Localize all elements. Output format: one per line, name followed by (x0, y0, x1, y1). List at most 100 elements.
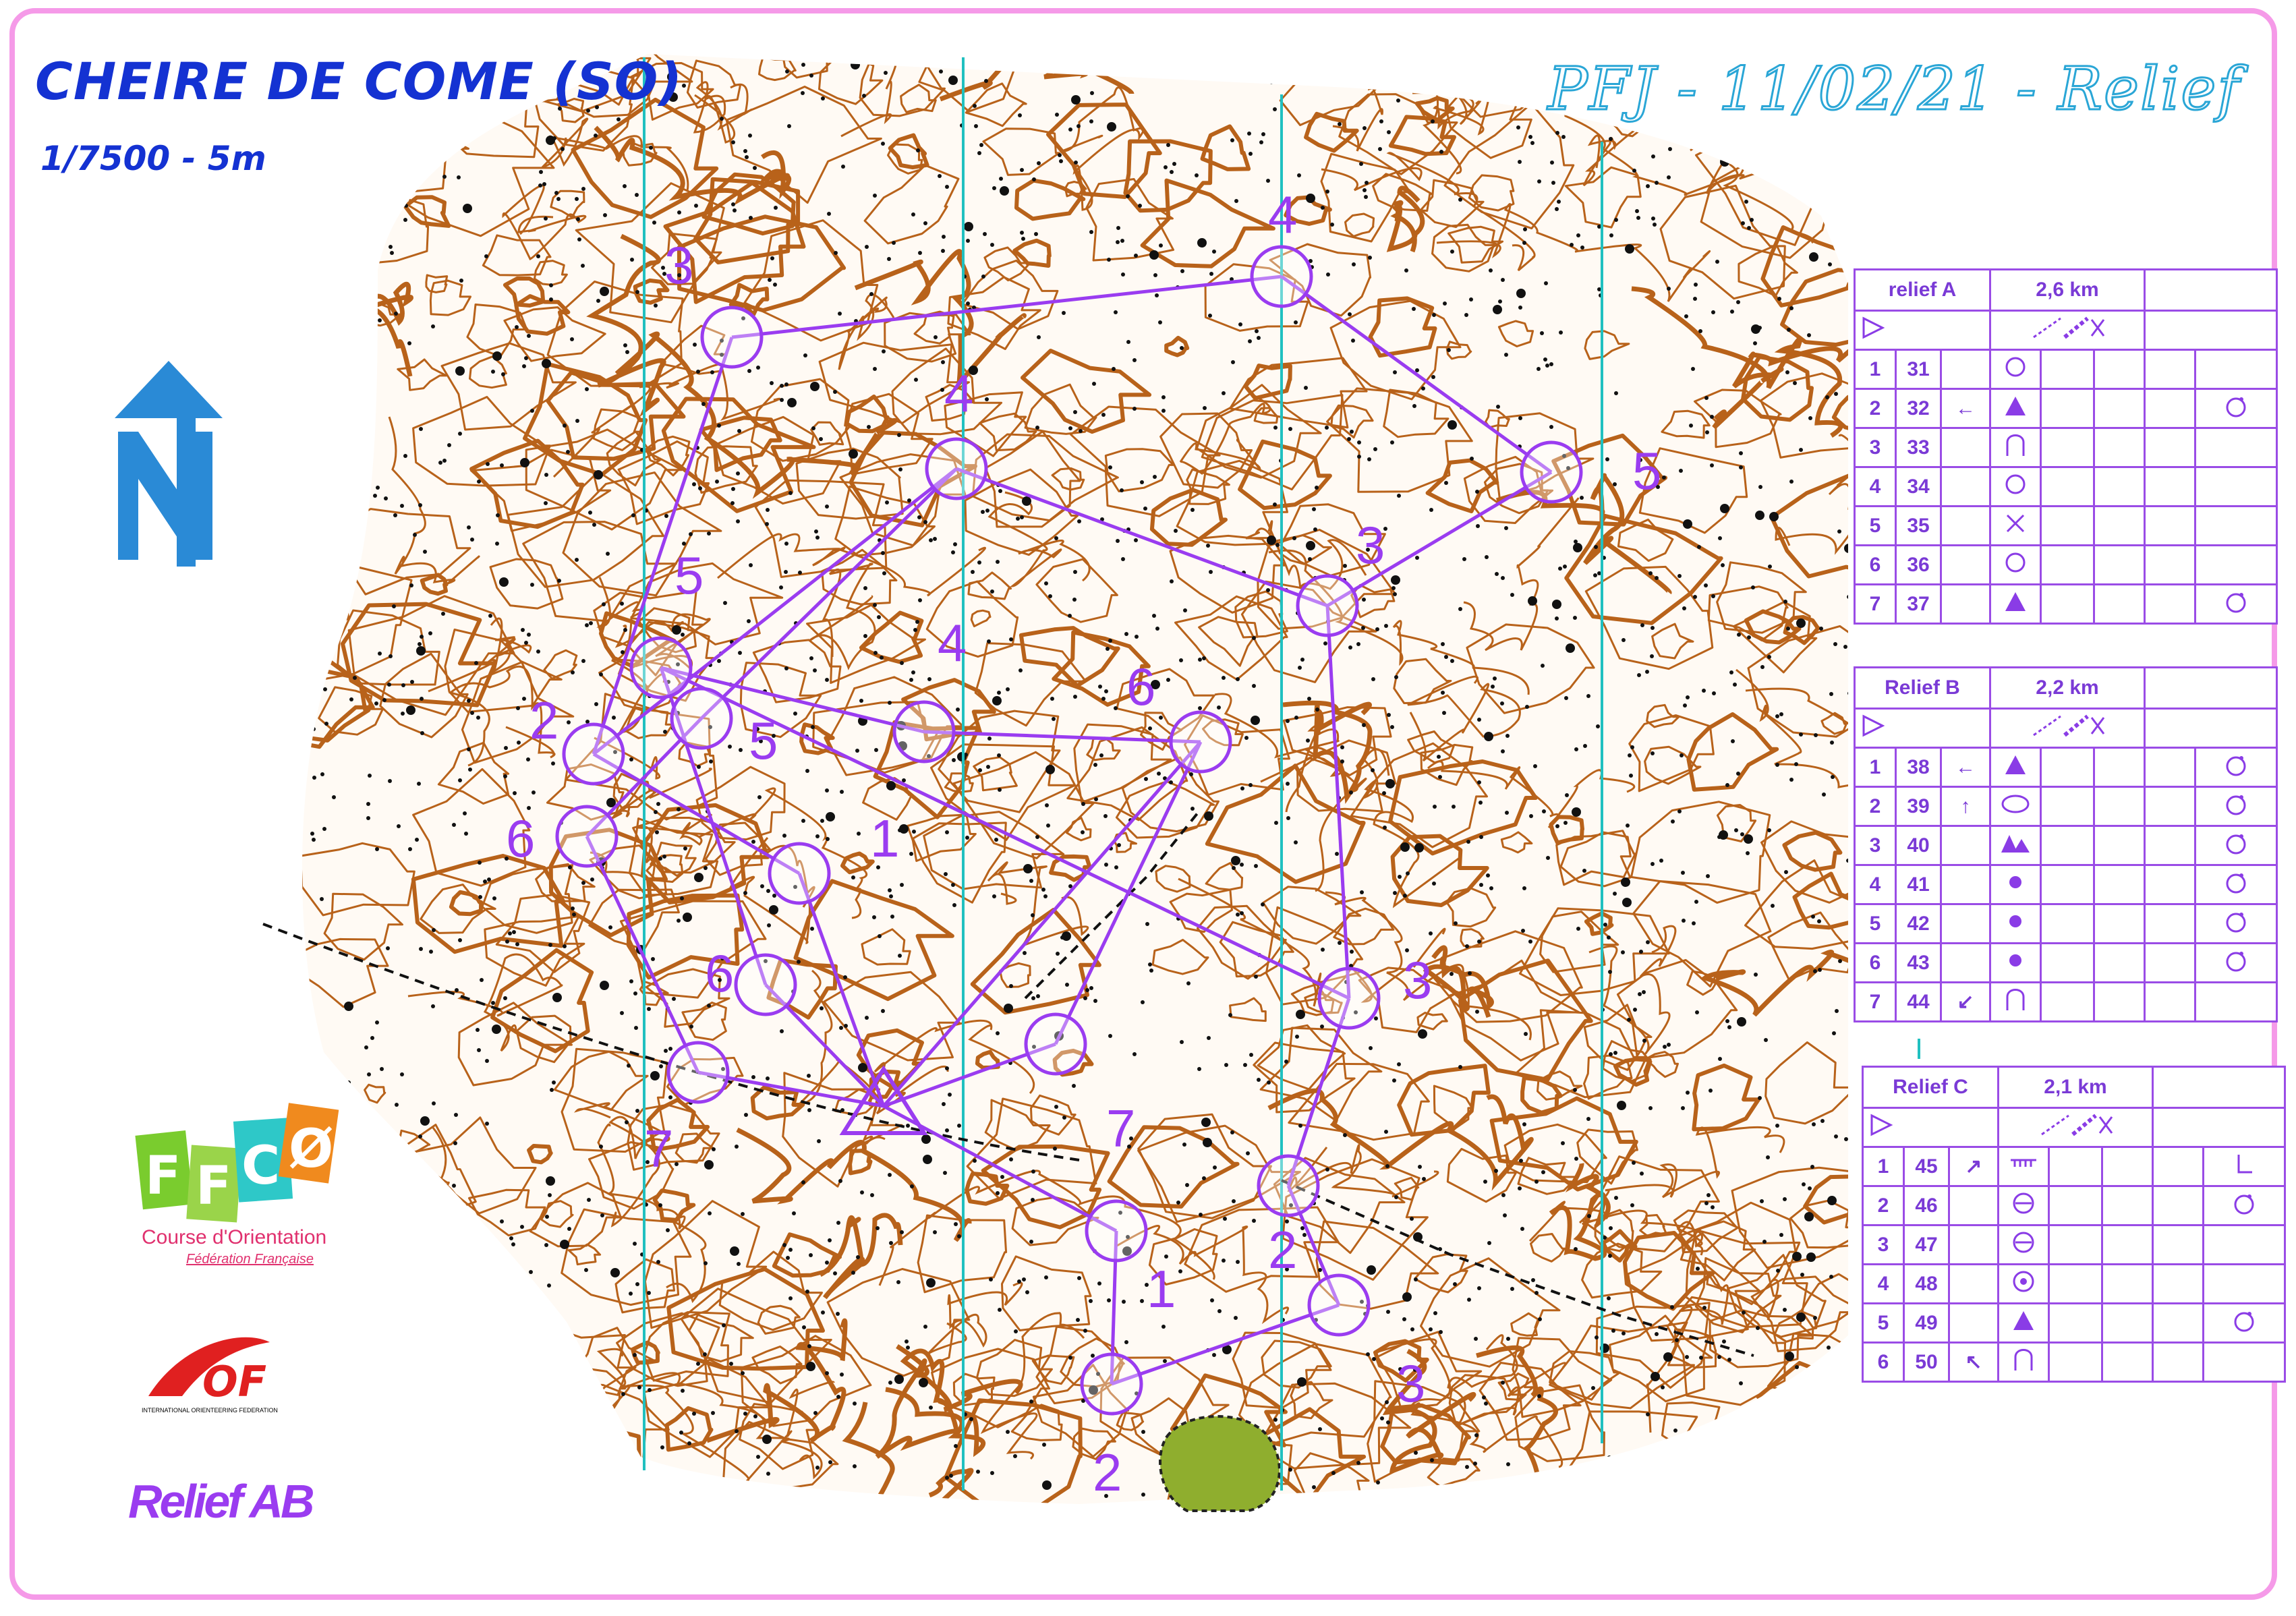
rock-dot (1065, 983, 1069, 987)
rock-dot (1307, 697, 1311, 701)
control-number: 6 (1126, 657, 1155, 716)
control-circle (734, 953, 797, 1016)
rock-dot (375, 847, 379, 851)
rock-dot (452, 1343, 456, 1347)
rock-dot (1209, 272, 1213, 276)
rock-dot (576, 217, 580, 221)
rock-dot (851, 875, 855, 879)
rock-dot (1236, 677, 1240, 681)
rock-dot (1403, 894, 1407, 898)
rock-dot (1642, 1039, 1646, 1043)
rock-dot (1054, 1105, 1058, 1109)
rock-dot (369, 1414, 378, 1424)
control-code: 37 (1895, 583, 1942, 625)
rock-dot (370, 1036, 374, 1040)
rock-dot (1769, 512, 1779, 521)
rock-dot (389, 182, 393, 186)
rock-dot (1549, 362, 1553, 366)
target-icon (1997, 1263, 2050, 1304)
rock-dot (1222, 676, 1226, 680)
rock-dot (1555, 131, 1559, 135)
rock-dot (589, 621, 593, 625)
rock-dot (1023, 864, 1033, 873)
rock-dot (564, 1374, 568, 1378)
rock-dot (1124, 1340, 1128, 1344)
rock-dot (1814, 733, 1818, 737)
rock-dot (1710, 463, 1714, 467)
rock-dot (1552, 600, 1561, 609)
rock-dot (1023, 951, 1027, 955)
empty-cell (2152, 1263, 2204, 1304)
rock-dot (1611, 1329, 1615, 1333)
rock-dot (625, 350, 629, 354)
rock-dot (739, 748, 743, 752)
rock-dot (1549, 425, 1553, 429)
rock-dot (1620, 1499, 1624, 1503)
rock-dot (1344, 78, 1348, 82)
rock-dot (1325, 190, 1329, 194)
rock-dot (1808, 416, 1812, 420)
rock-dot (1255, 329, 1259, 333)
rock-dot (1442, 711, 1446, 715)
rock-dot (1808, 1186, 1812, 1190)
rock-dot (509, 1236, 513, 1240)
rock-dot (909, 678, 913, 682)
rock-dot (1796, 618, 1806, 628)
rock-dot (797, 960, 801, 964)
rock-dot (1077, 124, 1081, 128)
rock-dot (1608, 970, 1612, 974)
rock-dot (1208, 314, 1212, 318)
control-number: 7 (644, 1119, 673, 1178)
rock-dot (695, 1501, 699, 1504)
rock-dot (827, 212, 831, 216)
rock-dot (1302, 1233, 1307, 1237)
rock-dot (677, 807, 681, 811)
rock-dot (1711, 310, 1715, 314)
control-circle (1080, 1352, 1143, 1416)
rock-dot (1202, 656, 1206, 660)
rock-dot (792, 1211, 796, 1215)
rock-dot (1120, 239, 1124, 243)
rock-dot (819, 437, 823, 441)
rock-dot (1450, 250, 1454, 254)
dot-icon (1989, 864, 2042, 905)
rock-dot (552, 136, 556, 140)
rock-dot (1438, 1247, 1442, 1251)
rock-dot (1531, 1278, 1535, 1282)
contour-line (430, 1451, 467, 1478)
rock-dot (467, 1426, 471, 1431)
rock-dot (480, 978, 484, 982)
control-row: 3 47 (1862, 1224, 2286, 1265)
rock-dot (1257, 336, 1261, 340)
rock-dot (874, 748, 878, 752)
rock-dot (1663, 1352, 1673, 1362)
rock-dot (738, 651, 742, 655)
rock-dot (1252, 636, 1256, 640)
rock-dot (1837, 196, 1841, 200)
rock-dot (320, 897, 324, 901)
rock-dot (900, 661, 904, 665)
control-number: 7 (1106, 1099, 1135, 1158)
triangle-icon (1989, 388, 2042, 429)
rock-dot (495, 542, 499, 546)
rock-dot (1452, 805, 1456, 809)
rock-dot (748, 134, 752, 138)
rock-dot (347, 262, 351, 266)
rock-dot (1286, 816, 1290, 820)
rock-dot (770, 256, 774, 260)
rock-dot (599, 672, 603, 676)
course-name: relief A (1854, 268, 1991, 312)
rock-dot (367, 1072, 371, 1076)
triangle-icon (1989, 583, 2042, 625)
empty-cell (2040, 786, 2095, 827)
rock-dot (788, 1296, 793, 1300)
rock-dot (527, 633, 531, 637)
rock-dot (1651, 862, 1655, 866)
rock-dot (942, 235, 946, 239)
rock-dot (1269, 80, 1273, 84)
rock-dot (1331, 1471, 1336, 1475)
rock-dot (1348, 645, 1352, 650)
rock-dot (711, 1411, 715, 1415)
rock-dot (1149, 250, 1159, 260)
rock-dot (1383, 826, 1387, 830)
